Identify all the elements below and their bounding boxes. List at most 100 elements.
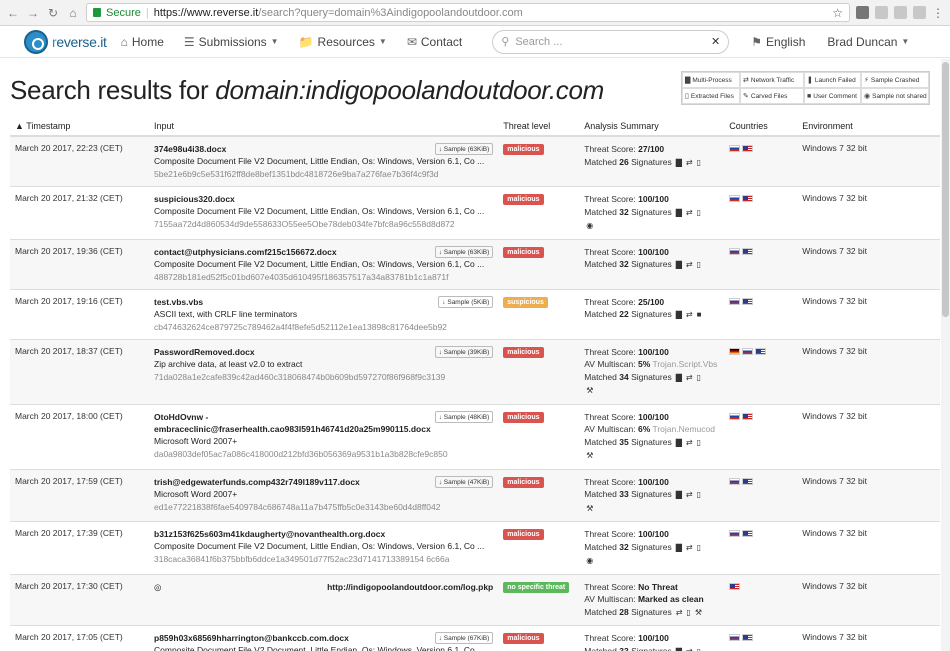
flag-de-icon — [729, 347, 741, 355]
file-icon: ▯ — [696, 372, 701, 382]
matched-signatures[interactable]: Matched 35 Signatures ▇ ⇄ ▯ — [584, 436, 719, 450]
eye-off-icon: ◉ — [864, 93, 871, 100]
extension-icon[interactable] — [856, 6, 869, 19]
nav-home[interactable]: ⌂ Home — [121, 35, 164, 49]
threat-badge: no specific threat — [503, 581, 570, 593]
input-filename[interactable]: test.vbs.vbs — [154, 296, 203, 308]
input-filename[interactable]: trish@edgewaterfunds.comp432r749l189v117… — [154, 476, 360, 488]
sha256-hash[interactable]: cb474632624ce879725c789462a4f4f8efe5d521… — [154, 321, 493, 333]
sample-download-button[interactable]: ↓ Sample (48KiB) — [434, 410, 494, 423]
column-header-input[interactable]: Input — [149, 118, 499, 137]
sha256-hash[interactable]: 318caca36841f6b375bbfb6ddce1a349501d77f5… — [154, 553, 493, 565]
forward-icon[interactable]: → — [26, 6, 40, 20]
chart-icon: ▇ — [675, 490, 682, 499]
extension-icon[interactable] — [875, 6, 888, 19]
table-row[interactable]: March 20 2017, 17:59 (CET) trish@edgewate… — [10, 469, 940, 522]
extension-icon[interactable] — [913, 6, 926, 19]
table-row[interactable]: March 20 2017, 17:39 (CET) b31z153f625s60… — [10, 521, 940, 575]
threat-score-value: 100/100 — [638, 411, 669, 422]
bookmark-star-icon[interactable]: ☆ — [832, 6, 843, 20]
input-filename[interactable]: b31z153f625s603m41kdaugherty@novanthealt… — [154, 528, 385, 540]
table-row[interactable]: March 20 2017, 18:37 (CET) PasswordRemove… — [10, 339, 940, 405]
matched-signatures[interactable]: Matched 33 Signatures ▇ ⇄ ▯ — [584, 645, 719, 651]
table-row[interactable]: March 20 2017, 19:16 (CET) test.vbs.vbs ↓ … — [10, 289, 940, 340]
analysis-cell: Threat Score: 25/100 Matched 22 Signature… — [579, 289, 725, 340]
table-row[interactable]: March 20 2017, 17:30 (CET) ◎ http://indig… — [10, 574, 940, 626]
flag-ru-icon — [729, 634, 741, 642]
logo[interactable]: reverse.it — [24, 29, 107, 54]
sha256-hash[interactable]: 7155aa72d4d860534d9de558633O55ee5Obe78de… — [154, 218, 493, 230]
url-text: https://www.reverse.it/search?query=doma… — [153, 6, 523, 19]
scrollbar-thumb[interactable] — [942, 62, 949, 317]
input-filename[interactable]: PasswordRemoved.docx — [154, 346, 255, 358]
table-row[interactable]: March 20 2017, 21:32 (CET) suspicious320.… — [10, 186, 940, 240]
sample-download-button[interactable]: ↓ Sample (63KiB) — [434, 143, 494, 155]
matched-signatures[interactable]: Matched 26 Signatures ▇ ⇄ ▯ — [584, 156, 719, 170]
column-header-environment[interactable]: Environment — [797, 118, 940, 137]
signature-count: 22 — [619, 309, 629, 319]
nav-contact[interactable]: ✉ Contact — [407, 35, 462, 49]
sha256-hash[interactable]: 5be21e6b9c5e531f62ff8de8bef1351bdc481872… — [154, 168, 493, 180]
reload-icon[interactable]: ↻ — [46, 6, 60, 20]
matched-signatures[interactable]: Matched 22 Signatures ▇ ⇄ ■ — [584, 308, 719, 322]
input-url-link[interactable]: http://indigopoolandoutdoor.com/log.pkp — [327, 581, 493, 593]
flag-ru-icon — [729, 297, 741, 305]
matched-signatures[interactable]: Matched 32 Signatures ▇ ⇄ ▯ — [584, 206, 719, 220]
column-header-timestamp[interactable]: ▲ Timestamp — [10, 118, 149, 137]
column-header-countries[interactable]: Countries — [724, 118, 798, 137]
table-row[interactable]: March 20 2017, 22:23 (CET) 374e98u4i38.do… — [10, 136, 940, 187]
sample-download-button[interactable]: ↓ Sample (47KiB) — [434, 475, 494, 488]
user-menu[interactable]: Brad Duncan ▼ — [827, 35, 909, 49]
column-header-threat[interactable]: Threat level — [498, 118, 580, 137]
filter-sample-not-shared[interactable]: ◉ Sample not shared — [861, 88, 929, 104]
environment-text: Windows 7 32 bit — [802, 580, 867, 591]
countries-cell — [724, 574, 798, 626]
matched-signatures[interactable]: Matched 28 Signatures ⇄ ▯ ⚒ — [584, 606, 719, 620]
filter-user-comment[interactable]: ■ User Comment — [804, 88, 861, 104]
countries-cell — [724, 625, 798, 651]
extension-icon[interactable] — [894, 6, 907, 19]
address-bar[interactable]: Secure | https://www.reverse.it/search?q… — [86, 3, 850, 22]
sha256-hash[interactable]: ed1e77221838f6fae5409784c686748a11a7b475… — [154, 501, 493, 513]
av-detection-name: Trojan.Script.Vbs — [650, 359, 718, 369]
matched-signatures[interactable]: Matched 32 Signatures ▇ ⇄ ▯ — [584, 258, 719, 272]
nav-submissions-label: Submissions — [198, 34, 267, 49]
search-input[interactable]: ⚲ Search ... ✕ — [492, 29, 730, 54]
language-selector[interactable]: ⚑ English — [751, 35, 805, 49]
filter-carved-files[interactable]: ✎ Carved Files — [740, 88, 804, 104]
environment-text: Windows 7 32 bit — [802, 245, 867, 256]
filter-launch-failed[interactable]: ❚ Launch Failed — [804, 72, 861, 88]
results-table: ▲ Timestamp Input Threat level Analysis … — [10, 118, 940, 651]
sha256-hash[interactable]: 488728b181ed52f5c01bd607e4035d610495f186… — [154, 271, 493, 283]
sample-download-button[interactable]: ↓ Sample (39KiB) — [434, 345, 494, 358]
input-filename[interactable]: p859h03x68569hharrington@bankccb.com.doc… — [154, 632, 349, 644]
input-filename[interactable]: 374e98u4i38.docx — [154, 143, 226, 155]
nav-resources[interactable]: 📁 Resources ▼ — [299, 35, 387, 49]
browser-menu-icon[interactable]: ⋮ — [932, 6, 944, 20]
back-icon[interactable]: ← — [6, 6, 20, 20]
sample-download-button[interactable]: ↓ Sample (5KiB) — [438, 295, 494, 308]
filter-sample-crashed[interactable]: ⚡ Sample Crashed — [861, 72, 929, 88]
filter-extracted-files[interactable]: ▯ Extracted Files — [682, 88, 740, 104]
filter-network-traffic[interactable]: ⇄ Network Traffic — [740, 72, 804, 88]
clear-search-icon[interactable]: ✕ — [711, 35, 720, 48]
filter-multi-process[interactable]: ▇ Multi-Process — [682, 72, 740, 88]
sha256-hash[interactable]: 71da028a1e2cafe839c42ad460c318068474b0b6… — [154, 371, 493, 383]
table-row[interactable]: March 20 2017, 19:36 (CET) contact@utphys… — [10, 239, 940, 290]
threat-score-value: 100/100 — [638, 194, 669, 204]
table-row[interactable]: March 20 2017, 18:00 (CET) OtoHdOvnw - em… — [10, 404, 940, 470]
nav-submissions[interactable]: ☰ Submissions ▼ — [184, 35, 279, 49]
sample-download-button[interactable]: ↓ Sample (67KiB) — [434, 632, 494, 644]
av-detection-name: Trojan.Nemucod — [650, 424, 715, 434]
input-filename[interactable]: contact@utphysicians.comf215c156672.docx — [154, 246, 337, 258]
table-row[interactable]: March 20 2017, 17:05 (CET) p859h03x68569h… — [10, 625, 940, 651]
matched-signatures[interactable]: Matched 32 Signatures ▇ ⇄ ▯ — [584, 541, 719, 555]
input-filename[interactable]: OtoHdOvnw - embraceclinic@fraserhealth.c… — [154, 411, 431, 435]
sha256-hash[interactable]: da0a9803def05ac7a086c418000d212bfd36b056… — [154, 448, 493, 460]
input-filename[interactable]: suspicious320.docx — [154, 193, 235, 205]
matched-signatures[interactable]: Matched 34 Signatures ▇ ⇄ ▯ — [584, 371, 719, 385]
home-icon[interactable]: ⌂ — [66, 6, 80, 20]
column-header-analysis[interactable]: Analysis Summary — [579, 118, 725, 137]
matched-signatures[interactable]: Matched 33 Signatures ▇ ⇄ ▯ — [584, 488, 719, 502]
sample-download-button[interactable]: ↓ Sample (63KiB) — [434, 245, 494, 258]
